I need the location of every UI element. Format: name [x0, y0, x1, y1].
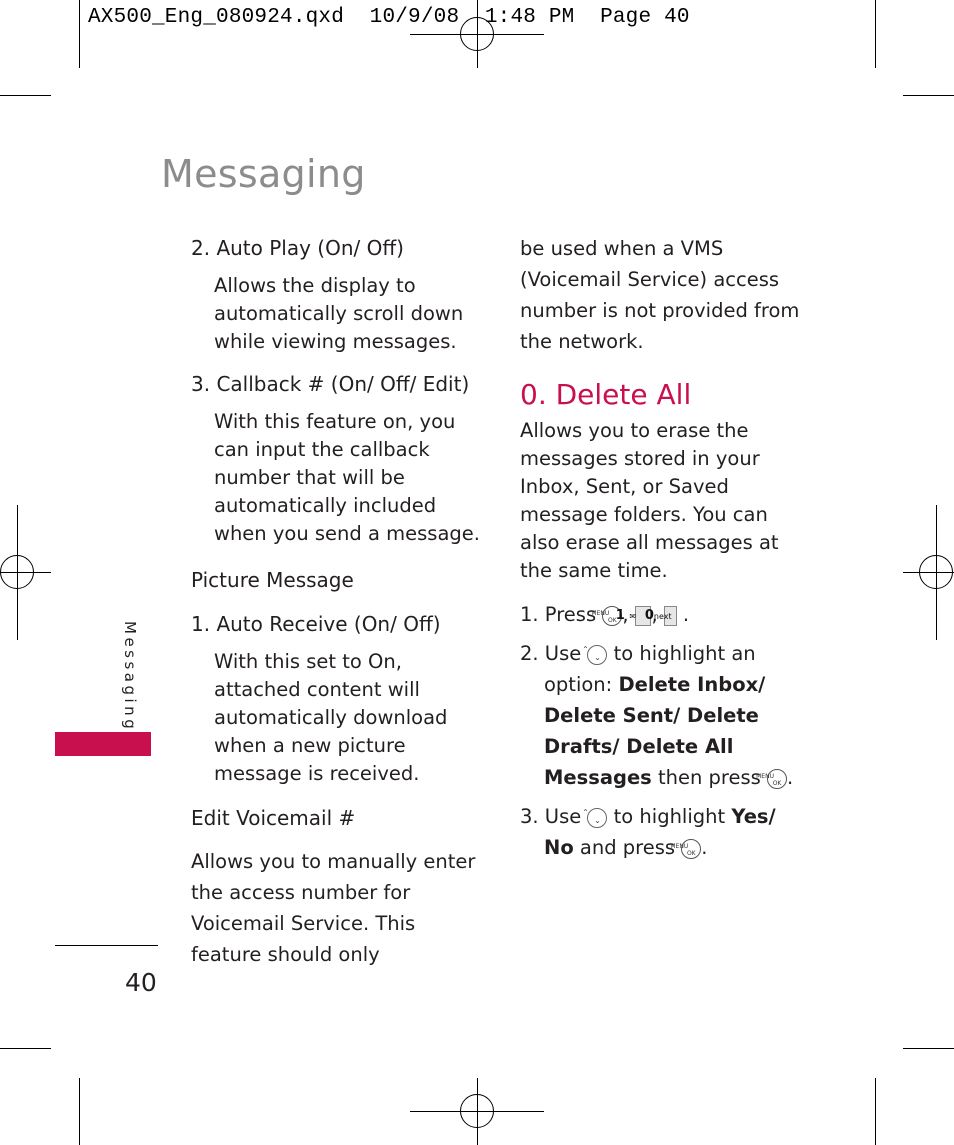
step-1: 1. Press MENUOK, 1 ✉, 0next .: [520, 603, 690, 626]
side-tab-label: Messaging: [121, 621, 139, 733]
step-3-prefix: 3. Use: [520, 805, 582, 828]
step-1-text: 1. Press: [520, 603, 597, 626]
crop-mark: [0, 1048, 51, 1049]
menu-ok-key-icon: MENU OK: [670, 838, 702, 859]
step-3-mid: to highlight: [613, 805, 726, 828]
callback-heading: 3. Callback # (On/ Off/ Edit): [191, 372, 470, 396]
crop-mark: [903, 95, 954, 96]
menu-ok-key-icon: MENU OK: [756, 768, 788, 789]
page-number: 40: [125, 968, 157, 997]
edit-voicemail-text: Allows you to manually enter the access …: [191, 850, 476, 966]
crop-mark: [875, 0, 876, 68]
auto-play-heading: 2. Auto Play (On/ Off): [191, 236, 404, 260]
registration-circle: [460, 1094, 494, 1128]
edit-voicemail-heading: Edit Voicemail #: [191, 806, 356, 830]
registration-circle: [919, 555, 953, 589]
print-slug: AX500_Eng_080924.qxd 10/9/08 1:48 PM Pag…: [88, 6, 690, 29]
delete-all-heading: 0. Delete All: [520, 378, 692, 411]
crop-mark: [79, 1078, 80, 1145]
navigation-key-icon: ⌃ ⌄: [582, 807, 608, 828]
registration-circle: [460, 17, 494, 51]
page-title: Messaging: [161, 152, 366, 196]
auto-receive-text: With this set to On, attached content wi…: [214, 650, 448, 785]
step-2-suffix: then press: [658, 766, 761, 789]
crop-mark: [79, 0, 80, 68]
step-3-suffix: and press: [579, 836, 676, 859]
footer-rule: [55, 945, 158, 946]
step-3: 3. Use ⌃ ⌄ to highlight Yes/ No and press…: [520, 805, 776, 859]
delete-all-intro: Allows you to erase the messages stored …: [520, 419, 779, 582]
right-column: be used when a VMS (Voicemail Service) a…: [520, 233, 810, 871]
step-2-prefix: 2. Use: [520, 642, 582, 665]
auto-play-text: Allows the display to automatically scro…: [214, 274, 464, 353]
left-column: 2. Auto Play (On/ Off) Allows the displa…: [191, 234, 481, 970]
key-0-next-icon: 0next: [645, 605, 677, 626]
delete-all-steps: 1. Press MENUOK, 1 ✉, 0next . 2. Use ⌃⌄ …: [520, 599, 810, 863]
step-2: 2. Use ⌃ ⌄ to highlight an option: Delete…: [520, 642, 794, 789]
voicemail-continued-text: be used when a VMS (Voicemail Service) a…: [520, 237, 800, 353]
side-tab-bar: [55, 732, 151, 756]
navigation-key-icon: ⌃ ⌄: [582, 644, 608, 665]
picture-message-heading: Picture Message: [191, 568, 354, 592]
registration-circle: [0, 555, 34, 589]
crop-mark: [875, 1078, 876, 1145]
auto-receive-heading: 1. Auto Receive (On/ Off): [191, 612, 441, 636]
crop-mark: [903, 1048, 954, 1049]
callback-text: With this feature on, you can input the …: [214, 410, 480, 545]
crop-mark: [0, 95, 51, 96]
